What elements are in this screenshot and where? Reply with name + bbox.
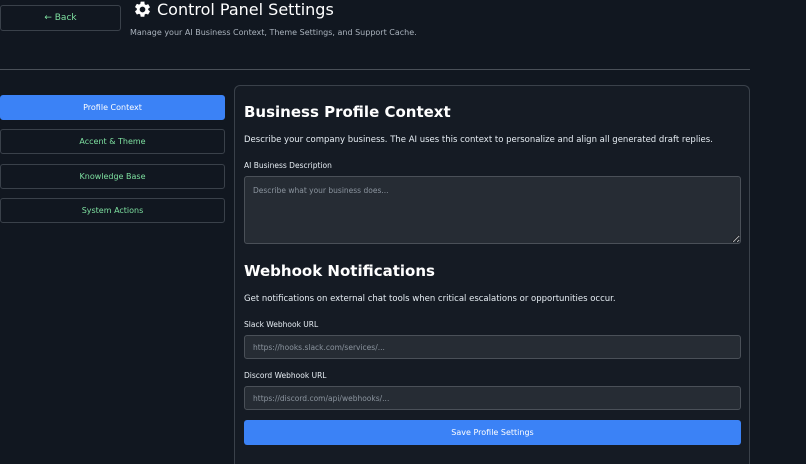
sidebar-item-system-actions[interactable]: System Actions (0, 198, 225, 223)
webhook-section-description: Get notifications on external chat tools… (244, 294, 616, 304)
discord-webhook-label: Discord Webhook URL (244, 371, 327, 380)
slack-webhook-input[interactable] (244, 335, 741, 359)
discord-webhook-input[interactable] (244, 386, 741, 410)
slack-webhook-label: Slack Webhook URL (244, 320, 319, 329)
sidebar-item-accent-theme[interactable]: Accent & Theme (0, 129, 225, 154)
business-section-title: Business Profile Context (244, 103, 451, 121)
webhook-section-title: Webhook Notifications (244, 262, 435, 280)
back-button[interactable]: ← Back (0, 5, 121, 31)
business-description-input[interactable] (244, 176, 741, 244)
page-title: Control Panel Settings (157, 0, 334, 19)
gear-icon (135, 1, 150, 17)
save-profile-settings-button[interactable]: Save Profile Settings (244, 420, 741, 445)
sidebar-item-knowledge-base[interactable]: Knowledge Base (0, 164, 225, 189)
sidebar-item-profile-context[interactable]: Profile Context (0, 95, 225, 120)
page-subtitle: Manage your AI Business Context, Theme S… (130, 28, 417, 37)
business-section-description: Describe your company business. The AI u… (244, 135, 713, 145)
business-description-label: AI Business Description (244, 161, 332, 170)
header-divider (0, 69, 750, 70)
